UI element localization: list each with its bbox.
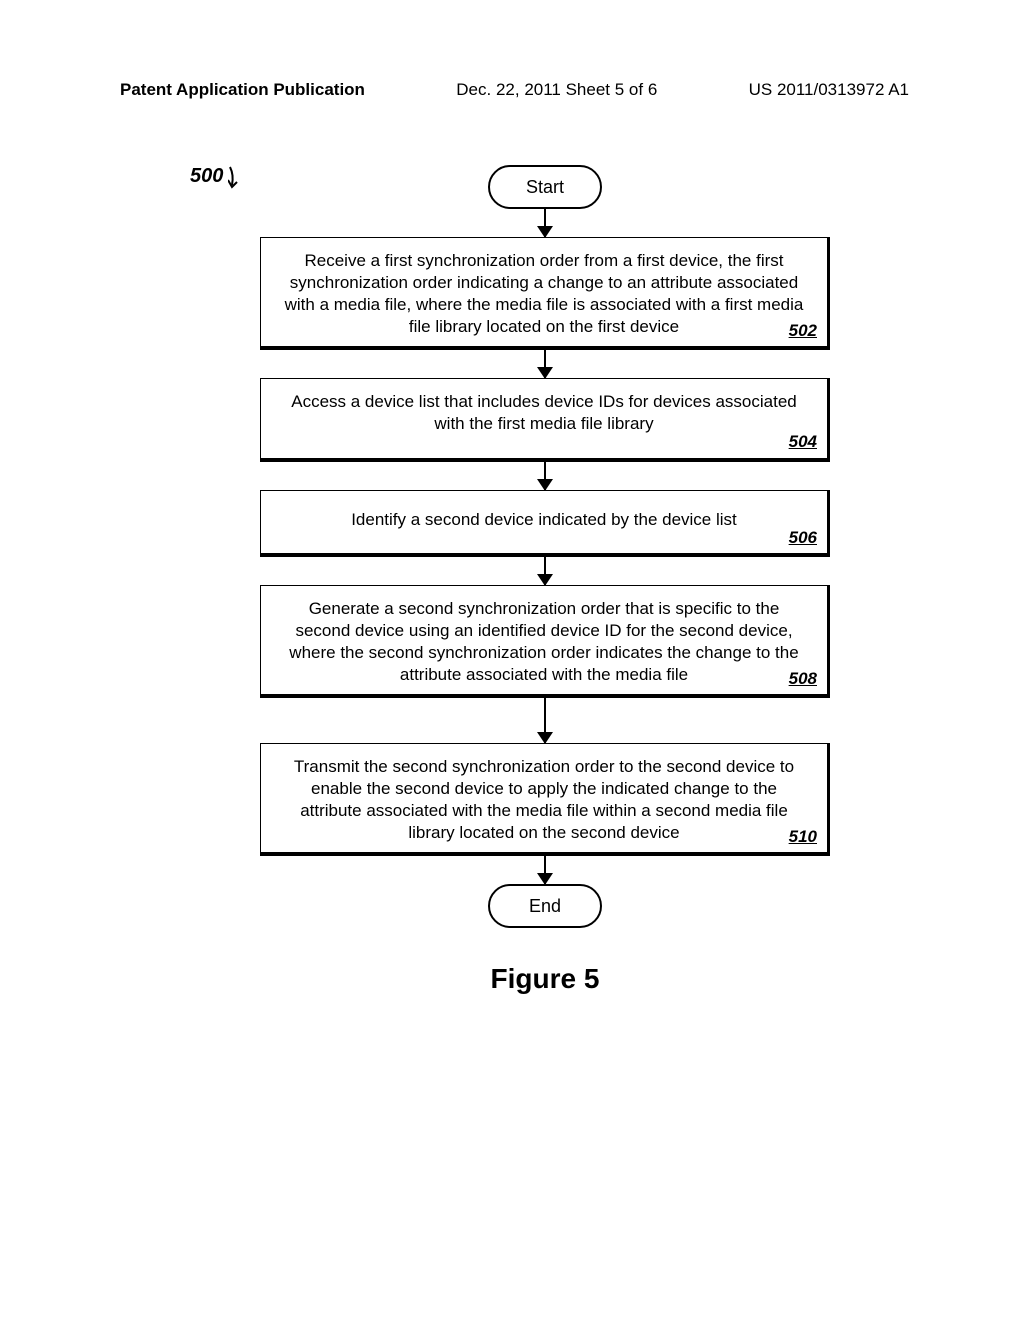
flowchart-step: Transmit the second synchronization orde… <box>260 743 830 856</box>
header-sheet-info: Dec. 22, 2011 Sheet 5 of 6 <box>456 80 657 100</box>
step-text: Access a device list that includes devic… <box>291 392 797 433</box>
end-terminator: End <box>488 884 602 928</box>
step-text: Transmit the second synchronization orde… <box>294 757 794 842</box>
figure-reference-label: 500 <box>190 165 223 188</box>
step-text: Generate a second synchronization order … <box>289 599 798 684</box>
start-label: Start <box>526 177 564 198</box>
step-text: Receive a first synchronization order fr… <box>285 251 804 336</box>
step-number: 506 <box>789 527 817 549</box>
flowchart-step: Identify a second device indicated by th… <box>260 490 830 557</box>
arrow-icon <box>544 350 546 378</box>
figure-caption: Figure 5 <box>260 963 830 995</box>
arrow-icon <box>544 557 546 585</box>
step-number: 502 <box>789 320 817 342</box>
step-number: 510 <box>789 826 817 848</box>
step-number: 508 <box>789 668 817 690</box>
arrow-icon <box>544 698 546 743</box>
end-label: End <box>529 896 561 917</box>
step-text: Identify a second device indicated by th… <box>351 510 737 529</box>
page-header: Patent Application Publication Dec. 22, … <box>0 80 1024 100</box>
header-publication: Patent Application Publication <box>120 80 365 100</box>
flowchart-step: Receive a first synchronization order fr… <box>260 237 830 350</box>
arrow-icon <box>544 856 546 884</box>
arrow-icon <box>544 209 546 237</box>
header-pub-number: US 2011/0313972 A1 <box>749 80 909 100</box>
reference-arrow-icon <box>228 165 248 190</box>
flowchart-step: Access a device list that includes devic… <box>260 378 830 461</box>
step-number: 504 <box>789 431 817 453</box>
start-terminator: Start <box>488 165 602 209</box>
arrow-icon <box>544 462 546 490</box>
flowchart-diagram: Start Receive a first synchronization or… <box>260 165 830 995</box>
flowchart-step: Generate a second synchronization order … <box>260 585 830 698</box>
